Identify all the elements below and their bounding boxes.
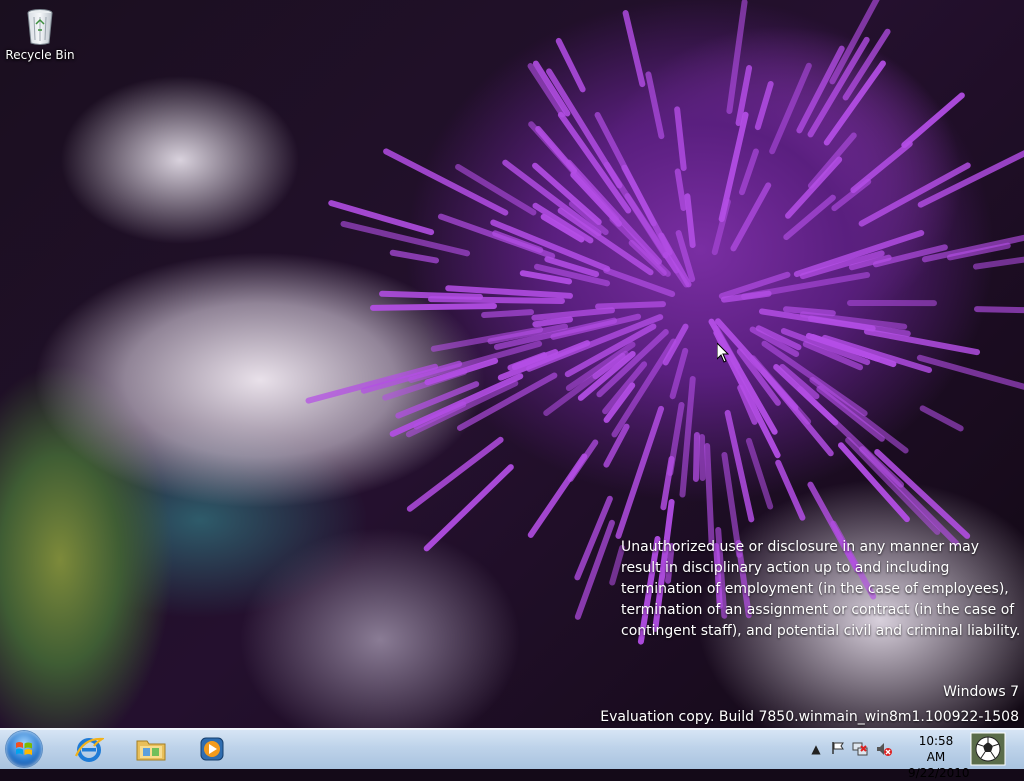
flower-strand (738, 147, 761, 196)
mouse-cursor-icon (717, 343, 729, 363)
build-info-text: Evaluation copy. Build 7850.winmain_win8… (600, 709, 1019, 725)
flower-strand (525, 452, 589, 540)
flower-strand (531, 58, 572, 118)
flower-strand (717, 110, 749, 223)
flower-strand (481, 308, 535, 319)
flower-strand (848, 139, 914, 195)
flower-strand (857, 444, 960, 548)
desktop-wallpaper: Recycle Bin Unauthorized use or disclosu… (0, 0, 1024, 728)
flower-strand (698, 433, 706, 482)
flower-strand (843, 436, 942, 537)
taskbar-media-player-button[interactable] (185, 731, 239, 767)
media-player-icon (200, 737, 224, 761)
flower-strand (644, 70, 665, 140)
internet-explorer-icon (74, 737, 104, 762)
flower-strand (622, 9, 647, 88)
flower-strand (774, 459, 807, 522)
flower-strand (918, 404, 966, 434)
flower-strand (673, 105, 687, 171)
flower-strand (917, 148, 1024, 209)
flower-strand (704, 442, 715, 546)
flower-strand (729, 181, 773, 253)
flower-strand (370, 302, 498, 311)
flower-strand (684, 193, 697, 249)
flower-strand (974, 305, 1024, 315)
taskbar-windows-explorer-button[interactable] (124, 731, 178, 767)
taskbar-internet-explorer-button[interactable] (62, 731, 116, 767)
windows-version-title: Windows 7 (943, 684, 1019, 700)
folder-icon (136, 740, 166, 761)
flower-strand (972, 254, 1024, 271)
soccer-ball-icon (970, 732, 1006, 766)
taskbar: ▲ 10:58 AM 9/22/2010 (0, 728, 1024, 780)
start-button[interactable] (6, 731, 42, 767)
volume-muted-icon[interactable] (876, 741, 892, 757)
user-tile-button[interactable] (968, 731, 1008, 767)
flower-strand (915, 354, 1024, 401)
flower-strand (754, 80, 775, 132)
recycle-bin-icon (25, 8, 55, 46)
action-center-flag-icon[interactable] (830, 741, 846, 757)
system-clock[interactable]: 10:58 AM 9/22/2010 (908, 733, 970, 781)
recycle-bin-label: Recycle Bin (5, 48, 75, 62)
show-hidden-icons-icon[interactable]: ▲ (808, 741, 824, 757)
flower-strand (405, 435, 505, 513)
clock-date: 9/22/2010 (908, 766, 970, 780)
clock-time: 10:58 AM (918, 734, 954, 764)
flower-strand (846, 300, 938, 307)
desktop-icon-recycle-bin[interactable]: Recycle Bin (4, 6, 76, 76)
windows-logo-icon (16, 742, 32, 755)
flower-strand (422, 463, 516, 553)
flower-strand (389, 249, 440, 265)
flower-strand (806, 131, 859, 190)
network-icon[interactable] (852, 741, 868, 757)
evaluation-notice-text: Unauthorized use or disclosure in any ma… (621, 539, 1021, 639)
